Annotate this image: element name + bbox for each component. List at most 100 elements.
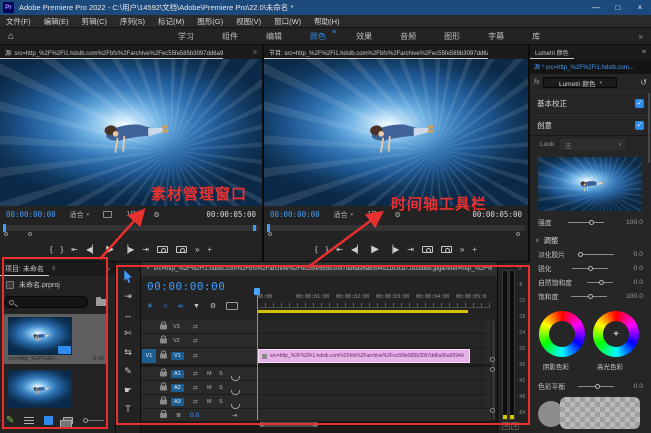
source-monitor-viewport[interactable] <box>0 59 262 206</box>
mixer-icon[interactable]: ≣ <box>176 412 181 419</box>
lock-icon[interactable] <box>160 338 167 343</box>
clip-thumbnail[interactable] <box>8 317 72 355</box>
sync-lock-icon[interactable]: ⇄ <box>193 398 198 405</box>
track-v3-lane[interactable] <box>257 320 485 333</box>
mute-button[interactable]: M <box>207 399 212 405</box>
menu-item-graphics[interactable]: 图形(G) <box>197 16 223 27</box>
settings-wrench-icon[interactable]: ⚙ <box>394 211 400 219</box>
workspace-tab-audio[interactable]: 音频 <box>386 29 430 44</box>
freeform-view-icon[interactable] <box>63 417 73 424</box>
menu-item-file[interactable]: 文件(F) <box>6 16 31 27</box>
settings-wrench-icon[interactable]: ⚙ <box>153 211 159 219</box>
minimize-button[interactable]: — <box>585 3 607 12</box>
icon-view-icon[interactable] <box>44 416 53 425</box>
saturation-slider[interactable] <box>571 293 607 300</box>
section-basic-correction[interactable]: 基本校正 ✓ <box>530 92 651 114</box>
mark-in-button[interactable]: { <box>315 245 318 254</box>
intensity-slider[interactable] <box>568 219 604 226</box>
master-track-row[interactable]: ≣ 0.0 ⇥ <box>141 409 491 421</box>
maximize-button[interactable]: □ <box>607 3 629 12</box>
add-marker-icon[interactable]: ▼ <box>193 303 200 310</box>
captions-icon[interactable] <box>226 302 238 310</box>
track-select-tool[interactable]: ⇥ <box>124 291 132 302</box>
button-editor-add-icon[interactable]: + <box>472 245 477 254</box>
slip-tool[interactable]: ⇆ <box>124 347 132 358</box>
sharpen-slider[interactable] <box>572 265 608 272</box>
track-a3-lane[interactable] <box>257 395 485 408</box>
step-forward-button[interactable]: ▕▶ <box>387 245 399 254</box>
linked-selection-icon[interactable]: ∞ <box>178 303 183 310</box>
program-zoom-handle-right[interactable] <box>516 232 520 236</box>
adjust-section-header[interactable]: ∨ 调整 <box>530 233 651 247</box>
faded-film-slider[interactable] <box>578 251 614 258</box>
program-scrubber[interactable] <box>264 223 528 236</box>
section-creative[interactable]: 创意 ✓ <box>530 114 651 136</box>
close-button[interactable]: × <box>629 3 651 12</box>
snap-magnet-icon[interactable]: ∩ <box>163 303 168 310</box>
track-height-handle[interactable] <box>490 367 495 372</box>
workspace-overflow-icon[interactable]: » <box>639 32 643 41</box>
project-file-row[interactable]: 未命名.prproj <box>0 278 115 292</box>
workspace-tab-captions[interactable]: 字幕 <box>474 29 518 44</box>
clip-thumbnail-2[interactable] <box>8 370 72 408</box>
look-dropdown[interactable]: 无▾ <box>560 139 626 150</box>
new-bin-folder-icon[interactable] <box>96 299 107 306</box>
hand-tool[interactable]: ☛ <box>124 385 132 396</box>
time-ruler[interactable] <box>257 303 491 308</box>
goto-out-button[interactable]: ⇥ <box>142 245 149 254</box>
track-a2[interactable]: A2 ⇄ M S <box>141 381 491 394</box>
sync-lock-icon[interactable]: ⇄ <box>193 370 198 377</box>
button-editor-add-icon[interactable]: + <box>207 245 212 254</box>
sync-lock-icon[interactable]: ⇄ <box>193 337 198 344</box>
menu-item-sequence[interactable]: 序列(S) <box>120 16 145 27</box>
goto-out-button[interactable]: ⇥ <box>407 245 414 254</box>
vibrance-slider[interactable] <box>587 279 613 286</box>
playhead-line[interactable] <box>257 294 258 420</box>
overwrite-button[interactable] <box>176 246 187 253</box>
master-level[interactable]: 0.0 <box>190 412 199 419</box>
workspace-menu-icon[interactable]: ≡ <box>332 29 336 44</box>
saturation-value[interactable]: 100.0 <box>626 293 643 300</box>
basic-correction-checkbox[interactable]: ✓ <box>635 99 644 108</box>
solo-left-button[interactable]: S <box>502 422 510 430</box>
timeline-clip[interactable]: src=http_%2F%2Fi1.hdslb.com%2Fbfs%2Farch… <box>258 349 470 363</box>
source-display-settings-icon[interactable] <box>103 211 112 218</box>
sync-lock-icon[interactable]: ⇄ <box>193 384 198 391</box>
transport-overflow-icon[interactable]: » <box>460 245 464 254</box>
source-monitor-tab[interactable]: 源: src=http_%2F%2Fi1.hdslb.com%2Fbfs%2Fa… <box>0 46 223 59</box>
sequence-tab[interactable]: × src=http_%2F%2Fi1.hdslb.com%2Fbfs%2Far… <box>141 262 497 276</box>
mark-out-button[interactable]: } <box>326 245 329 254</box>
work-area-bar[interactable] <box>257 310 468 313</box>
shadow-tint-wheel[interactable] <box>539 311 585 357</box>
workspace-tab-effects[interactable]: 效果 <box>342 29 386 44</box>
track-a2-lane[interactable] <box>257 381 485 394</box>
timeline-horizontal-scrollbar[interactable] <box>257 422 491 427</box>
mark-in-button[interactable]: { <box>50 245 53 254</box>
program-monitor-viewport[interactable] <box>264 59 528 206</box>
program-playhead[interactable] <box>267 224 270 232</box>
mute-button[interactable]: M <box>207 385 212 391</box>
workspace-tab-libraries[interactable]: 库 <box>518 29 554 44</box>
pen-tool[interactable]: ✎ <box>124 366 132 377</box>
track-height-handle[interactable] <box>490 357 495 362</box>
workspace-tab-learn[interactable]: 学习 <box>164 29 208 44</box>
lock-icon[interactable] <box>160 413 167 418</box>
track-v3[interactable]: V3 ⇄ <box>141 320 491 333</box>
color-balance-value[interactable]: 0.0 <box>634 383 643 390</box>
lock-icon[interactable] <box>160 385 167 390</box>
sharpen-value[interactable]: 0.0 <box>634 265 643 272</box>
timeline-settings-wrench-icon[interactable]: ⚙ <box>210 302 216 310</box>
source-timecode[interactable]: 00:00:00:00 <box>6 210 56 219</box>
menu-item-clip[interactable]: 剪辑(C) <box>82 16 107 27</box>
menu-item-help[interactable]: 帮助(H) <box>314 16 339 27</box>
track-a1[interactable]: A1 ⇄ M S <box>141 367 491 380</box>
search-input[interactable] <box>4 296 88 308</box>
solo-button[interactable]: S <box>219 371 223 377</box>
mark-out-button[interactable]: } <box>61 245 64 254</box>
lumetri-scrollbar[interactable] <box>648 93 650 163</box>
tab-close-icon[interactable]: × <box>146 266 150 272</box>
track-a3-name[interactable]: A3 <box>171 398 184 406</box>
goto-in-button[interactable]: ⇤ <box>336 245 343 254</box>
menu-item-window[interactable]: 窗口(W) <box>274 16 301 27</box>
faded-film-value[interactable]: 0.0 <box>634 251 643 258</box>
